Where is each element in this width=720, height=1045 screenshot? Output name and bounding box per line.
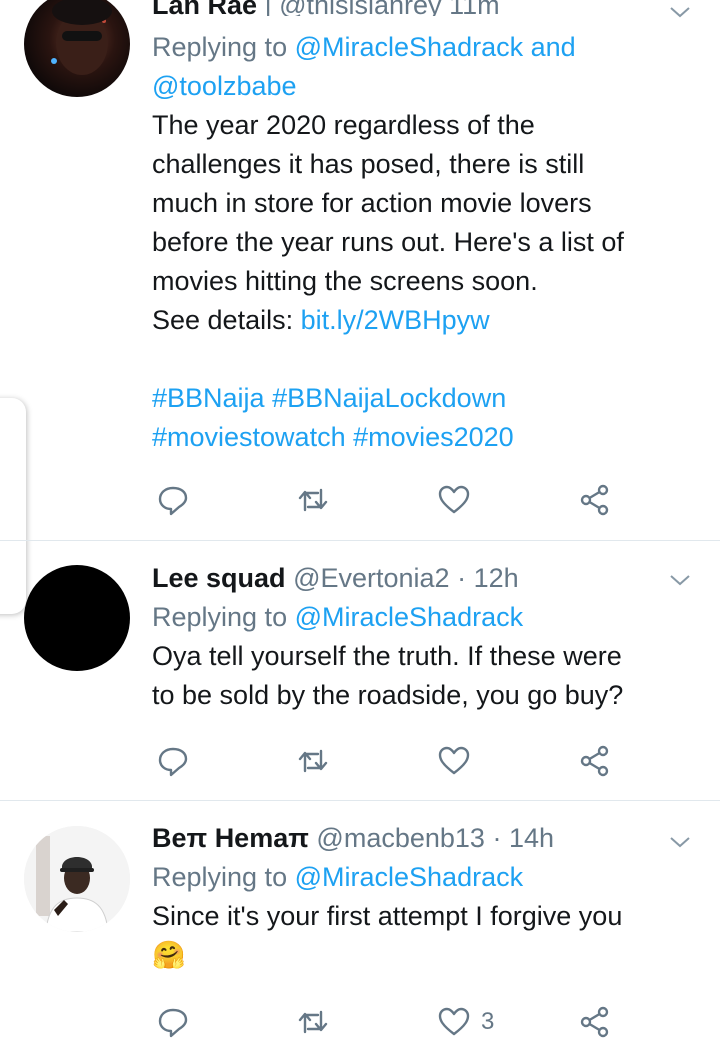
tweet-3[interactable]: Beπ Hemaπ @macbenb13 · 14h Replying to @… [0, 801, 720, 1045]
like-button[interactable]: 3 [437, 1002, 494, 1042]
details-line: See details: bit.ly/2WBHpyw [152, 305, 490, 335]
tweet-text: movies hitting the screens soon. [152, 266, 538, 296]
timestamp: · 14h [492, 823, 554, 853]
tweet-text: to be sold by the roadside, you go buy? [152, 680, 624, 710]
tweet-text: Since it's your first attempt I forgive … [152, 901, 623, 931]
display-name[interactable]: Lan Rae [152, 0, 257, 16]
retweet-button[interactable] [296, 741, 330, 781]
replying-line: Replying to @MiracleShadrack [152, 862, 524, 892]
tweet-text: challenges it has posed, there is still [152, 149, 585, 179]
like-icon [438, 485, 470, 514]
hashtags[interactable]: #moviestowatch #movies2020 [152, 418, 700, 457]
replying-line: Replying to @MiracleShadrack [152, 602, 524, 632]
timestamp: 11m [449, 0, 500, 16]
details-link[interactable]: bit.ly/2WBHpyw [301, 305, 490, 335]
tweet-actions: 3 [152, 1002, 632, 1042]
tweet-2[interactable]: Lee squad @Evertonia2 · 12h Replying to … [0, 541, 720, 799]
avatar[interactable] [24, 0, 130, 97]
chevron-down-icon[interactable] [668, 830, 692, 854]
avatar-image [24, 826, 130, 932]
chevron-down-icon[interactable] [668, 0, 692, 24]
reply-to-link[interactable]: @MiracleShadrack and [295, 32, 576, 62]
tweet-actions [152, 480, 632, 520]
chevron-down-icon[interactable] [668, 568, 692, 592]
like-count: 3 [481, 1008, 495, 1035]
reply-to-link[interactable]: @toolzbabe [152, 67, 700, 106]
reply-button[interactable] [156, 480, 190, 520]
avatar[interactable] [24, 826, 130, 932]
tweet-actions [152, 741, 632, 781]
handle[interactable]: @Evertonia2 [293, 563, 450, 593]
display-name[interactable]: Lee squad [152, 563, 286, 593]
retweet-icon [298, 1010, 328, 1034]
reply-icon [158, 1008, 188, 1038]
tweet-text: much in store for action movie lovers [152, 188, 592, 218]
tweet-text: The year 2020 regardless of the [152, 110, 535, 140]
avatar-image [51, 0, 112, 75]
like-icon [438, 1007, 470, 1036]
reply-icon [158, 747, 188, 777]
tweet-header: Beπ Hemaπ @macbenb13 · 14h [152, 819, 700, 858]
retweet-button[interactable] [296, 1002, 330, 1042]
retweet-button[interactable] [296, 480, 330, 520]
display-name[interactable]: Beπ Hemaπ [152, 823, 309, 853]
share-button[interactable] [578, 1002, 612, 1042]
retweet-icon [298, 488, 328, 512]
reply-button[interactable] [156, 1002, 190, 1042]
reply-button[interactable] [156, 741, 190, 781]
share-button[interactable] [578, 480, 612, 520]
handle[interactable]: @macbenb13 [316, 823, 485, 853]
timestamp: · 12h [457, 563, 519, 593]
avatar[interactable] [24, 565, 130, 671]
tweet-text: before the year runs out. Here's a list … [152, 227, 624, 257]
reply-icon [158, 486, 188, 516]
tweet-1[interactable]: Lan Rae | @thisisianrey 11m Replying to … [0, 0, 720, 540]
like-button[interactable] [437, 480, 481, 520]
reply-to-link[interactable]: @MiracleShadrack [295, 602, 524, 632]
like-icon [438, 746, 470, 775]
hashtags[interactable]: #BBNaija #BBNaijaLockdown [152, 379, 700, 418]
like-button[interactable] [437, 741, 481, 781]
tweet-header: Lan Rae | @thisisianrey 11m [152, 0, 700, 16]
share-button[interactable] [578, 741, 612, 781]
handle[interactable]: @thisisianrey [279, 0, 441, 16]
tweet-header: Lee squad @Evertonia2 · 12h [152, 559, 700, 598]
hugging-face-emoji: 🤗 [152, 940, 186, 971]
retweet-icon [298, 749, 328, 773]
share-icon [580, 484, 609, 516]
share-icon [580, 745, 609, 777]
tweet-text: Oya tell yourself the truth. If these we… [152, 641, 622, 671]
replying-line: Replying to @MiracleShadrack and [152, 32, 576, 62]
reply-to-link[interactable]: @MiracleShadrack [295, 862, 524, 892]
share-icon [580, 1006, 609, 1038]
